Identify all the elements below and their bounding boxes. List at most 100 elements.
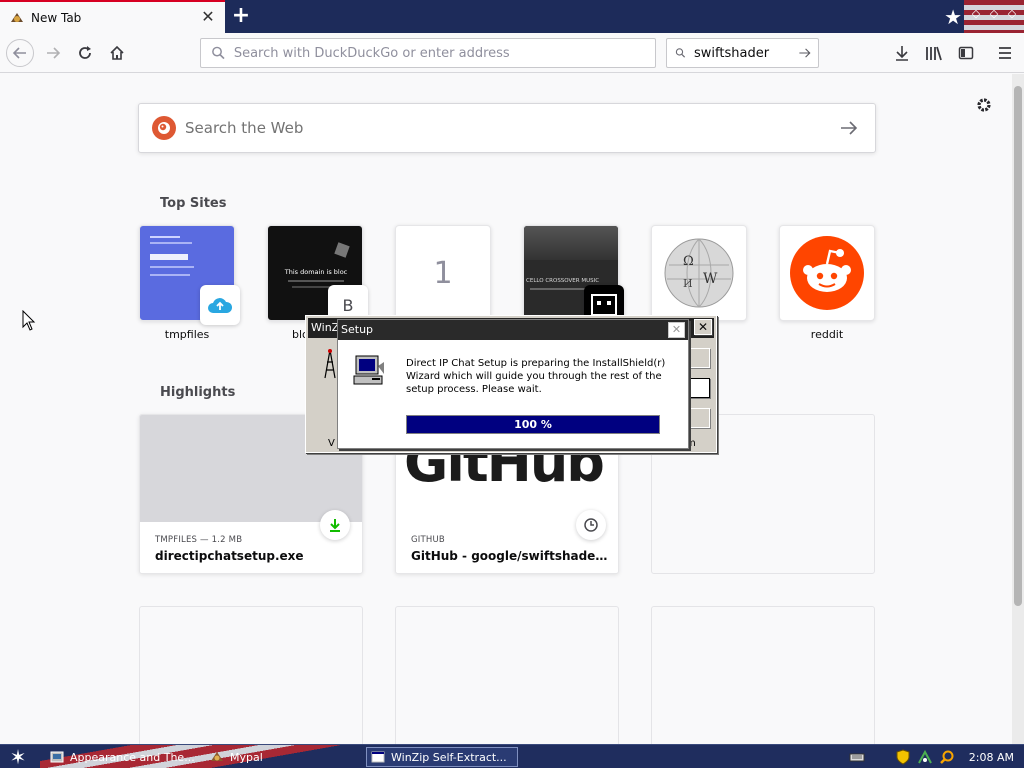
home-button[interactable]: [104, 40, 130, 66]
menu-button[interactable]: [992, 40, 1018, 66]
top-site-tmpfiles[interactable]: tmpfiles: [139, 225, 240, 341]
keyboard-icon[interactable]: [849, 749, 865, 765]
mouse-cursor-icon: [22, 310, 36, 331]
card-meta: GITHUB: [411, 535, 445, 545]
taskbar-item-mypal[interactable]: Mypal: [210, 747, 263, 767]
library-button[interactable]: [921, 40, 947, 66]
site-label: tmpfiles: [164, 328, 210, 341]
site-label: reddit: [810, 328, 844, 341]
web-search-input[interactable]: [185, 119, 839, 137]
taskbar-item-appearance[interactable]: Appearance and The...: [50, 747, 195, 767]
download-icon: [320, 510, 350, 540]
tab-strip: ★ ◇ ◇ ◇ New Tab ✕ +: [0, 0, 1024, 33]
star-icon: ★: [944, 5, 962, 29]
winzip-close-button[interactable]: ✕: [694, 319, 712, 335]
reload-button[interactable]: [72, 40, 98, 66]
window-icon: [371, 751, 385, 763]
top-site-reddit[interactable]: reddit: [779, 225, 875, 341]
back-button[interactable]: [6, 39, 34, 67]
top-sites-heading: Top Sites: [160, 196, 227, 211]
search-bar[interactable]: [666, 38, 819, 68]
gear-icon[interactable]: [975, 96, 993, 114]
card-meta: TMPFILES — 1.2 MB: [155, 535, 243, 545]
taskbar-item-label: WinZip Self-Extract...: [391, 750, 507, 764]
taskbar: ✶ Appearance and The... Mypal WinZip Sel…: [0, 744, 1024, 768]
tab-close-icon[interactable]: ✕: [200, 9, 216, 25]
maximize-icon[interactable]: ◇: [988, 8, 1000, 20]
setup-title: Setup: [341, 323, 374, 336]
setup-message: Direct IP Chat Setup is preparing the In…: [406, 358, 666, 395]
start-button[interactable]: ✶: [6, 746, 30, 768]
minimize-icon[interactable]: ◇: [970, 8, 982, 20]
top-site-wikipedia[interactable]: Ω W И: [651, 225, 747, 328]
reddit-alien-icon: [779, 225, 875, 321]
taskbar-clock[interactable]: 2:08 AM: [969, 751, 1014, 764]
new-tab-button[interactable]: +: [229, 3, 253, 29]
mypal-favicon-icon: [9, 10, 25, 26]
nav-bar: [0, 33, 1024, 73]
forward-button[interactable]: [40, 40, 66, 66]
taskbar-item-winzip[interactable]: WinZip Self-Extract...: [366, 747, 518, 767]
search-go-arrow-icon[interactable]: [798, 45, 812, 61]
highlight-card-empty: [139, 606, 363, 744]
cloud-upload-icon: [200, 285, 240, 325]
magnifier-icon[interactable]: [939, 749, 955, 765]
forward-arrow-icon: [47, 47, 61, 59]
duckduckgo-logo-icon: [152, 116, 176, 140]
antenna-tower-icon: [324, 349, 336, 379]
search-bar-input[interactable]: [694, 45, 799, 61]
clock-icon: [576, 510, 606, 540]
card-title: directipchatsetup.exe: [155, 549, 304, 563]
scrollbar-thumb[interactable]: [1014, 86, 1022, 606]
window-controls: ◇ ◇ ◇: [970, 8, 1018, 20]
svg-text:W: W: [703, 271, 718, 287]
mypal-icon: [211, 752, 223, 761]
reload-icon: [79, 46, 91, 59]
computer-setup-icon: [353, 355, 384, 385]
search-submit-arrow-icon[interactable]: [839, 119, 859, 137]
svg-text:Ω: Ω: [683, 254, 694, 269]
setup-progress-bar: 100 %: [406, 415, 660, 434]
downloads-button[interactable]: [889, 40, 915, 66]
taskbar-item-label: Appearance and The...: [70, 750, 195, 764]
control-panel-icon: [50, 751, 64, 763]
system-tray: 2:08 AM: [849, 745, 1024, 768]
back-arrow-icon: [12, 47, 26, 59]
thumbnail-caption: CELLO CROSSOVER MUSIC: [526, 278, 600, 284]
winzip-text-fragment: V: [328, 438, 335, 449]
web-search-box[interactable]: [138, 103, 876, 153]
network-icon[interactable]: [917, 749, 933, 765]
page-scrollbar[interactable]: [1012, 74, 1024, 744]
progress-label: 100 %: [514, 418, 552, 431]
winzip-side-button[interactable]: [688, 348, 710, 368]
setup-dialog: Setup ✕ Direct IP Chat Setup is preparin…: [337, 319, 689, 449]
winzip-side-button[interactable]: [688, 378, 710, 398]
tab-title: New Tab: [31, 10, 82, 25]
sidebar-icon: [958, 46, 974, 60]
site-tile-number: 1: [395, 225, 491, 321]
highlights-heading: Highlights: [160, 385, 236, 400]
top-site-music[interactable]: CELLO CROSSOVER MUSIC: [523, 225, 624, 328]
url-input[interactable]: [233, 45, 655, 61]
setup-titlebar[interactable]: Setup ✕: [338, 320, 688, 340]
hamburger-menu-icon: [999, 47, 1011, 59]
highlight-card-empty: [651, 606, 875, 744]
winzip-side-button[interactable]: [688, 408, 710, 428]
url-bar[interactable]: [200, 38, 656, 68]
shield-icon[interactable]: [895, 749, 911, 765]
svg-text:И: И: [683, 277, 693, 290]
thumbnail-caption: This domain is bloc: [284, 268, 348, 276]
tab-new-tab[interactable]: New Tab ✕: [0, 0, 225, 33]
sidebar-toggle-button[interactable]: [953, 40, 979, 66]
search-icon: [212, 46, 225, 60]
close-window-icon[interactable]: ◇: [1006, 8, 1018, 20]
search-icon: [675, 48, 686, 58]
card-title: GitHub - google/swiftshader: S...: [411, 549, 611, 563]
download-icon: [896, 46, 908, 61]
highlight-card-empty: [395, 606, 619, 744]
top-site-placeholder[interactable]: 1: [395, 225, 491, 328]
wikipedia-globe-icon: Ω W И: [651, 225, 747, 321]
setup-close-button[interactable]: ✕: [668, 322, 685, 338]
taskbar-item-label: Mypal: [230, 750, 263, 764]
library-icon: [926, 46, 942, 61]
